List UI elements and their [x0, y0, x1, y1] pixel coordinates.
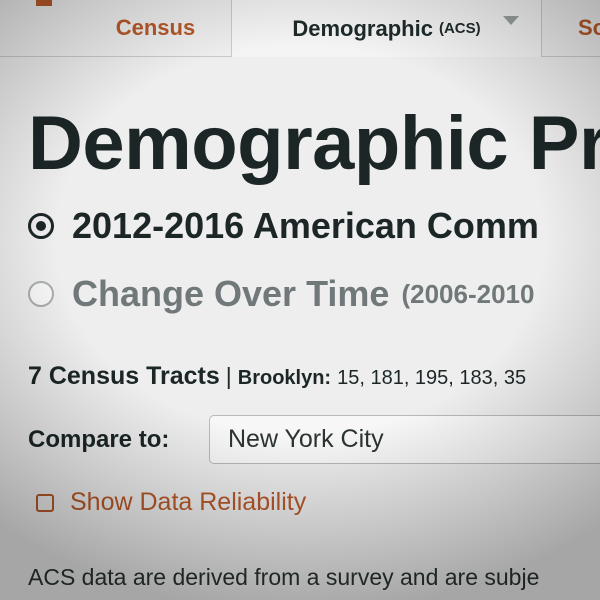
- compare-label: Compare to:: [28, 426, 170, 453]
- tab-demographic-label: Demographic: [292, 15, 433, 41]
- tab-bar: Census Demographic (ACS) So: [0, 0, 600, 57]
- tab-census[interactable]: Census: [80, 0, 232, 56]
- checkbox-icon[interactable]: [36, 493, 54, 512]
- tract-summary: 7 Census Tracts | Brooklyn: 15, 181, 195…: [28, 362, 526, 391]
- option-change-range: (2006-2010: [401, 278, 535, 309]
- option-change-over-time[interactable]: Change Over Time (2006-2010: [28, 273, 534, 315]
- compare-select[interactable]: New York City: [209, 415, 600, 464]
- tract-separator: |: [225, 363, 232, 389]
- show-reliability-toggle[interactable]: Show Data Reliability: [36, 488, 306, 517]
- chevron-down-icon[interactable]: [503, 16, 519, 25]
- option-acs-label: 2012-2016 American Comm: [72, 205, 539, 246]
- tract-list: 15, 181, 195, 183, 35: [337, 367, 527, 389]
- compare-selected-value: New York City: [228, 425, 384, 453]
- acs-note: ACS data are derived from a survey and a…: [28, 564, 540, 590]
- tract-borough: Brooklyn:: [237, 367, 332, 389]
- tab-social-label: So: [578, 15, 600, 40]
- show-reliability-label: Show Data Reliability: [70, 488, 307, 516]
- tab-demographic[interactable]: Demographic (ACS): [232, 0, 542, 57]
- tab-census-label: Census: [115, 15, 196, 40]
- radio-selected-icon[interactable]: [28, 213, 54, 239]
- tab-social[interactable]: So: [542, 0, 600, 56]
- radio-unselected-icon[interactable]: [28, 281, 54, 307]
- option-change-label: Change Over Time: [72, 273, 390, 314]
- option-acs[interactable]: 2012-2016 American Comm: [28, 205, 539, 247]
- tab-demographic-sublabel: (ACS): [438, 20, 481, 37]
- tract-count: 7 Census Tracts: [28, 362, 220, 390]
- logo-icon: [36, 0, 52, 6]
- page-title: Demographic Pr: [28, 101, 600, 186]
